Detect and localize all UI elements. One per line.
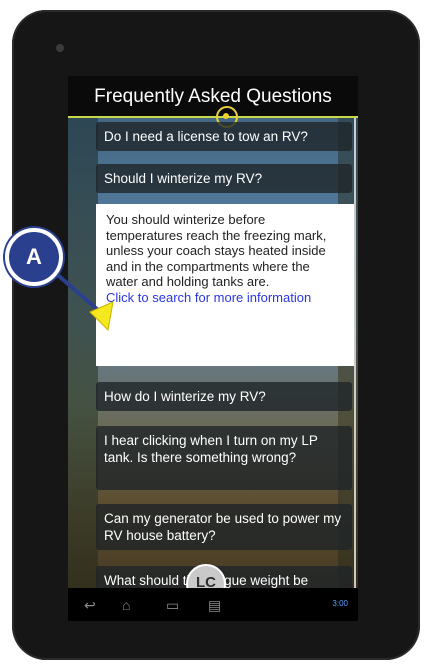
callout-line xyxy=(50,268,100,312)
callout-overlay xyxy=(50,268,114,332)
callout-label: A xyxy=(5,228,63,286)
